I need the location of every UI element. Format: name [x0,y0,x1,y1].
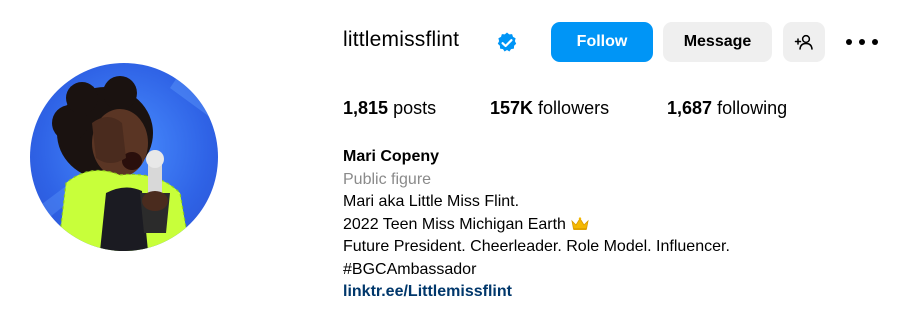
followers-link[interactable]: 157K followers [490,98,609,119]
following-label: following [717,98,788,118]
more-dot [872,39,878,45]
posts-label: posts [393,98,437,118]
bio-line: #BGCAmbassador [343,260,477,278]
followers-number: 157K [490,98,534,118]
profile-username: littlemissflint [343,28,460,51]
profile-bio: Mari Copeny Public figure Mari aka Littl… [343,146,730,304]
posts-count: 1,815 posts [343,98,436,119]
crown-icon [571,216,589,230]
follow-button[interactable]: Follow [551,22,653,62]
bio-link[interactable]: linktr.ee/Littlemissflint [343,283,512,300]
profile-avatar[interactable] [30,63,218,251]
following-number: 1,687 [667,98,713,118]
category-label: Public figure [343,170,432,188]
bio-line: Future President. Cheerleader. Role Mode… [343,238,730,255]
message-button[interactable]: Message [663,22,772,62]
following-link[interactable]: 1,687 following [667,98,787,119]
suggest-accounts-button[interactable] [783,22,825,62]
profile-photo-illustration [30,73,218,251]
bio-line: 2022 Teen Miss Michigan Earth [343,215,566,233]
full-name: Mari Copeny [343,148,440,165]
more-options-icon[interactable] [846,30,878,54]
person-plus-icon [794,34,813,50]
more-dot [859,39,865,45]
followers-label: followers [538,98,610,118]
posts-number: 1,815 [343,98,389,118]
bio-line: Mari aka Little Miss Flint. [343,193,520,210]
bio-line-with-crown: 2022 Teen Miss Michigan Earth [343,214,730,237]
more-dot [846,39,852,45]
verified-badge-icon [497,32,517,52]
